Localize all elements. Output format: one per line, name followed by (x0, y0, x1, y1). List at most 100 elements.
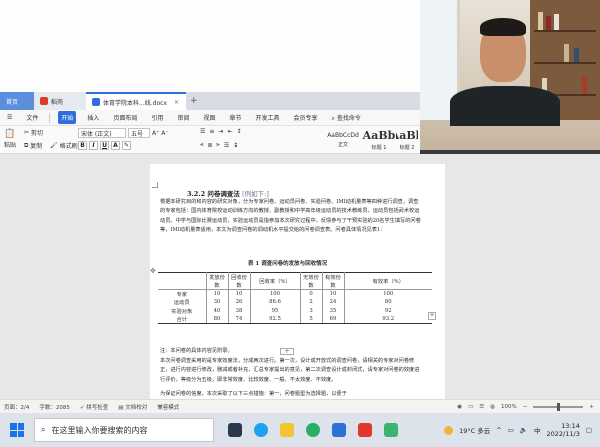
table-cell: 95 (250, 306, 301, 315)
table-header: 无效份数 (300, 272, 323, 290)
copy-button[interactable]: ⧉ 复制 (24, 141, 43, 151)
table-row: 专家 10 10 100 0 10 100 (158, 289, 432, 298)
paste-label: 粘贴 (4, 142, 17, 149)
proofread-label: 文档校对 (125, 404, 148, 411)
clock-date: 2022/11/3 (546, 430, 580, 438)
ime-icon[interactable]: 中 (534, 425, 541, 435)
font-color-icon[interactable]: A (111, 141, 120, 150)
table-cell: 35 (322, 306, 345, 315)
menu-review[interactable]: 审阅 (174, 111, 192, 124)
new-tab-icon[interactable]: + (190, 96, 198, 106)
table-cell: 实验对象 (158, 306, 207, 315)
copy-label: 复制 (30, 143, 43, 150)
search-command[interactable]: ⌕ 查找命令 (329, 111, 364, 125)
italic-button[interactable]: I (89, 141, 98, 150)
clipboard-icon: 📋 (4, 129, 16, 139)
table-cell: 10 (228, 289, 251, 298)
zoom-slider-handle[interactable] (556, 402, 560, 411)
tab-document[interactable]: 体育学院本科...线.docx × (86, 92, 186, 110)
participant-body (450, 86, 560, 126)
eye-icon[interactable]: ◉ (457, 404, 462, 410)
menu-icon[interactable]: ☰ (4, 112, 15, 123)
bullet-list-icon[interactable]: ☰ (200, 128, 205, 135)
zoom-in-icon[interactable]: + (589, 404, 594, 410)
table-cell: 专家 (158, 289, 207, 298)
tab-docer-label: 稻壳 (51, 98, 64, 106)
volume-icon[interactable]: 🔈 (520, 426, 528, 434)
highlight-icon[interactable]: ✎ (122, 141, 131, 150)
font-shrink-icon[interactable]: A⁻ (161, 130, 168, 137)
zoom-out-icon[interactable]: − (523, 404, 528, 410)
windows-start-icon[interactable] (6, 419, 28, 441)
wps-writer-icon[interactable] (332, 423, 346, 437)
style-heading-2[interactable]: AaBb 标题 2 (396, 128, 418, 152)
underline-button[interactable]: U (100, 141, 109, 150)
clock[interactable]: 13:14 2022/11/3 (547, 422, 580, 438)
notification-icon[interactable]: ▢ (586, 426, 592, 434)
table-cell: 10 (322, 289, 345, 298)
style-normal[interactable]: AaBbCcDd 正文 (327, 128, 359, 152)
paste-button[interactable]: 📋 粘贴 (4, 129, 16, 149)
menu-member[interactable]: 会员专享 (291, 111, 321, 124)
sort-icon[interactable]: ↕ (236, 128, 241, 135)
page-indicator[interactable]: 页面：2/4 (4, 403, 29, 411)
font-name-select[interactable]: 宋体 (正文) (78, 128, 126, 138)
proofread[interactable]: ▤ 文档校对 (118, 403, 147, 411)
menu-view[interactable]: 视图 (200, 111, 218, 124)
weather-text[interactable]: 19°C 多云 (459, 425, 490, 435)
page-corner-mark (152, 182, 158, 188)
add-column-icon[interactable]: + (428, 312, 436, 320)
numbered-list-icon[interactable]: ≡ (209, 128, 214, 135)
justify-icon[interactable]: ☰ (224, 142, 229, 149)
add-row-icon[interactable]: + (280, 348, 294, 355)
menu-home[interactable]: 开始 (58, 111, 77, 124)
tab-home[interactable]: 首页 (0, 92, 34, 110)
menu-insert[interactable]: 插入 (84, 111, 102, 124)
menu-file[interactable]: 文件 (23, 111, 41, 124)
spell-check[interactable]: ✓ 拼写检查 (80, 403, 108, 411)
table-move-handle-icon[interactable]: ✥ (150, 268, 157, 275)
style-heading-1-label: 标题 1 (371, 145, 387, 151)
bold-button[interactable]: B (78, 141, 87, 150)
web-view-icon[interactable]: ◍ (490, 404, 495, 410)
zoom-value[interactable]: 100% (501, 404, 517, 410)
network-icon[interactable]: ▭ (508, 426, 514, 434)
font-size-select[interactable]: 五号 (128, 128, 150, 138)
menu-developer[interactable]: 开发工具 (253, 111, 283, 124)
table-cell: 93.2 (344, 315, 432, 324)
outdent-icon[interactable]: ⇤ (227, 128, 232, 135)
cut-button[interactable]: ✂ 剪切 (24, 128, 43, 137)
close-icon[interactable]: × (174, 99, 179, 106)
document-page[interactable]: 3.2.2 问卷调查法 [例如下:] 根据本研究目的和内容的研究对象，分为专家问… (150, 164, 445, 399)
task-view-icon[interactable] (228, 423, 242, 437)
menu-page-layout[interactable]: 页面布局 (110, 111, 140, 124)
meeting-app-icon[interactable] (384, 423, 398, 437)
align-left-icon[interactable]: ⫷ (200, 141, 203, 149)
style-heading-1[interactable]: AaBb 标题 1 (363, 128, 396, 152)
indent-icon[interactable]: ⇥ (218, 128, 223, 135)
taskbar-search-box[interactable]: ⌕ 在这里输入你要搜索的内容 (34, 418, 214, 442)
browser-icon[interactable] (254, 423, 268, 437)
line-spacing-icon[interactable]: ↨ (233, 142, 238, 149)
wechat-icon[interactable] (306, 423, 320, 437)
page-view-icon[interactable]: ▭ (468, 404, 473, 410)
data-table: 发放份数 回收份数 回收率（%） 无效份数 有效份数 有效率（%） 专家 10 … (158, 272, 432, 324)
tab-docer[interactable]: 稻壳 (34, 92, 86, 110)
zoom-slider[interactable] (533, 402, 584, 411)
outline-view-icon[interactable]: ☰ (479, 404, 484, 410)
font-grow-icon[interactable]: A⁺ (152, 130, 159, 137)
word-count[interactable]: 字数：2085 (39, 403, 70, 411)
menu-references[interactable]: 引用 (148, 111, 166, 124)
table-cell: 100 (250, 289, 301, 298)
align-right-icon[interactable]: ⫸ (216, 141, 219, 149)
file-explorer-icon[interactable] (280, 423, 294, 437)
wps-office-icon[interactable] (358, 423, 372, 437)
style-normal-label: 正文 (337, 142, 348, 148)
participant-hair (480, 18, 526, 36)
align-center-icon[interactable]: ≣ (207, 142, 212, 149)
table-row: 合计 80 74 92.5 5 69 93.2 (158, 315, 432, 324)
table-cell: 40 (206, 306, 229, 315)
format-painter-button[interactable]: 🖌 格式刷 (50, 141, 78, 150)
chevron-up-icon[interactable]: ^ (496, 426, 501, 434)
menu-chapter[interactable]: 章节 (227, 111, 245, 124)
